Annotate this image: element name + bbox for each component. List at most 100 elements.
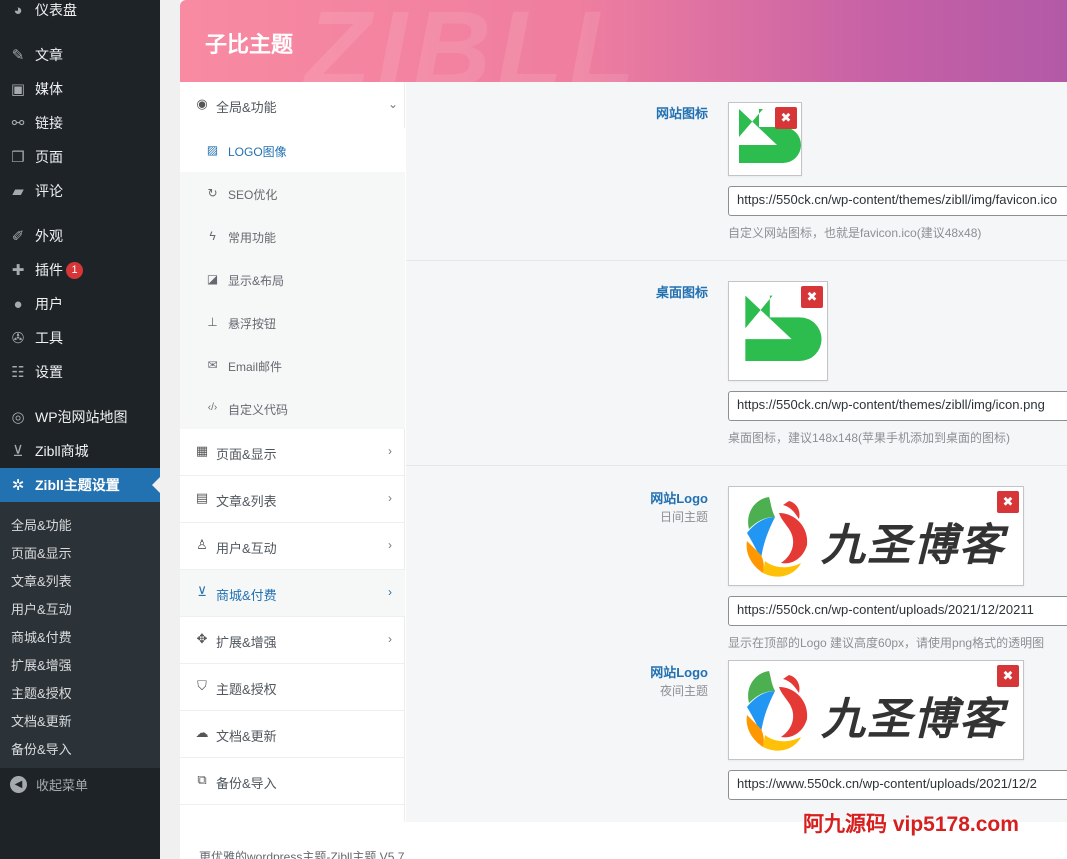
collapse-arrow-icon: ◀ — [10, 776, 27, 793]
dashboard-icon: ◕ — [13, 1, 23, 19]
nav-subsection-label: SEO优化 — [228, 188, 278, 202]
nav-subsection-seo[interactable]: ↻ SEO优化 — [180, 171, 405, 214]
nav-subsection-label: 悬浮按钮 — [228, 317, 277, 331]
submenu-item[interactable]: 扩展&增强 — [11, 655, 72, 674]
cart-icon: ⊻ — [12, 443, 24, 460]
nav-subsection-label: Email邮件 — [228, 360, 283, 374]
header-watermark: ZIBLL — [305, 0, 641, 82]
submenu-item[interactable]: 页面&显示 — [11, 543, 72, 562]
options-panel: ZIBLL 子比主题 ◉ 全局&功能 ⌄ ▨ LOGO图像 ↻ SEO优化 ϟ … — [180, 0, 1067, 859]
media-icon: ▣ — [10, 81, 26, 98]
menu-item-sitemap[interactable]: ◎ WP泡网站地图 — [0, 400, 160, 434]
nav-subsection-list: ▨ LOGO图像 ↻ SEO优化 ϟ 常用功能 ◪ 显示&布局 ⊥ 悬浮按钮 ✉… — [180, 128, 405, 429]
nav-subsection-email[interactable]: ✉ Email邮件 — [180, 343, 405, 386]
nav-section-label: 扩展&增强 — [216, 635, 277, 650]
remove-image-button[interactable]: ✖ — [997, 665, 1019, 687]
copy-icon: ⧉ — [197, 772, 207, 787]
pushpin-icon: ✎ — [11, 47, 25, 64]
settings-icon: ☷ — [11, 364, 25, 381]
nav-section-label: 主题&授权 — [216, 682, 277, 697]
nav-section-label: 用户&互动 — [216, 541, 277, 556]
menu-item-label: 链接 — [35, 115, 63, 131]
nav-section-label: 备份&导入 — [216, 776, 277, 791]
menu-item-comments[interactable]: ▰ 评论 — [0, 174, 160, 208]
remove-image-button[interactable]: ✖ — [775, 107, 797, 129]
menu-item-label: 仪表盘 — [35, 2, 77, 18]
field-description: 自定义网站图标，也就是favicon.ico(建议48x48) — [728, 226, 982, 240]
remove-image-button[interactable]: ✖ — [997, 491, 1019, 513]
menu-item-plugins[interactable]: ✚ 插件 1 — [0, 253, 160, 287]
nav-subsection-logo[interactable]: ▨ LOGO图像 — [180, 128, 405, 171]
nav-section-shop[interactable]: ⊻ 商城&付费 › — [180, 570, 405, 617]
favicon-url-input[interactable]: https://550ck.cn/wp-content/themes/zibll… — [728, 186, 1067, 216]
admin-sidebar: ◕ 仪表盘 ✎ 文章 ▣ 媒体 ⚯ 链接 ❒ 页面 ▰ 评论 ✐ 外观 ✚ 插件… — [0, 0, 160, 859]
menu-item-media[interactable]: ▣ 媒体 — [0, 72, 160, 106]
panel-footer-text: 更优雅的wordpress主题-Zibll主题 V5.7 — [199, 850, 405, 859]
menu-item-settings[interactable]: ☷ 设置 — [0, 355, 160, 389]
menu-item-dashboard[interactable]: ◕ 仪表盘 — [0, 0, 160, 27]
menu-item-pages[interactable]: ❒ 页面 — [0, 140, 160, 174]
link-icon: ⚯ — [11, 115, 25, 132]
brush-icon: ✐ — [11, 228, 25, 245]
nav-section-page[interactable]: ▦ 页面&显示 › — [180, 429, 405, 476]
nav-subsection-label: LOGO图像 — [228, 145, 287, 159]
submenu-item[interactable]: 主题&授权 — [11, 683, 72, 702]
logo-night-url-input[interactable]: https://www.550ck.cn/wp-content/uploads/… — [728, 770, 1067, 800]
menu-item-users[interactable]: ● 用户 — [0, 287, 160, 321]
remove-image-button[interactable]: ✖ — [801, 286, 823, 308]
menu-item-posts[interactable]: ✎ 文章 — [0, 38, 160, 72]
desktop-icon-url-input[interactable]: https://550ck.cn/wp-content/themes/zibll… — [728, 391, 1067, 421]
menu-item-label: Zibll主题设置 — [35, 477, 120, 493]
submenu-item[interactable]: 文档&更新 — [11, 711, 72, 730]
nav-subsection-float[interactable]: ⊥ 悬浮按钮 — [180, 300, 405, 343]
nav-subsection-code[interactable]: ‹/› 自定义代码 — [180, 386, 405, 429]
nav-section-label: 文章&列表 — [216, 494, 277, 509]
nav-subsection-label: 显示&布局 — [228, 274, 285, 288]
panel-title: 子比主题 — [205, 32, 294, 57]
field-title: 桌面图标 — [655, 285, 708, 300]
menu-item-label: 媒体 — [35, 81, 63, 97]
admin-submenu: 全局&功能 页面&显示 文章&列表 用户&互动 商城&付费 扩展&增强 主题&授… — [0, 502, 160, 768]
logo-text: 九圣博客 — [821, 695, 1005, 744]
calendar-icon: ▦ — [195, 443, 209, 458]
submenu-item[interactable]: 文章&列表 — [11, 571, 72, 590]
plugin-icon: ✚ — [11, 262, 25, 279]
options-nav: ◉ 全局&功能 ⌄ ▨ LOGO图像 ↻ SEO优化 ϟ 常用功能 ◪ 显示&布… — [180, 82, 405, 822]
submenu-item[interactable]: 用户&互动 — [11, 599, 72, 618]
nav-subsection-layout[interactable]: ◪ 显示&布局 — [180, 257, 405, 300]
menu-item-label: 用户 — [35, 296, 63, 312]
menu-item-appearance[interactable]: ✐ 外观 — [0, 219, 160, 253]
submenu-item[interactable]: 备份&导入 — [11, 739, 72, 758]
logo-day-url-input[interactable]: https://550ck.cn/wp-content/uploads/2021… — [728, 596, 1067, 626]
cart-icon: ⊻ — [197, 584, 207, 599]
nav-subsection-common[interactable]: ϟ 常用功能 — [180, 214, 405, 257]
nav-section-backup[interactable]: ⧉ 备份&导入 — [180, 758, 405, 805]
menu-item-zibll-settings[interactable]: ✲ Zibll主题设置 — [0, 468, 160, 502]
logo-day-preview: 九圣博客 ✖ — [728, 486, 1024, 586]
update-count-badge: 1 — [66, 261, 83, 279]
shield-icon: ⛉ — [197, 678, 207, 693]
nav-section-extend[interactable]: ✥ 扩展&增强 › — [180, 617, 405, 664]
image-icon: ▨ — [206, 142, 219, 157]
map-icon: ▤ — [195, 490, 209, 505]
page-icon: ❒ — [11, 149, 25, 166]
menu-item-links[interactable]: ⚯ 链接 — [0, 106, 160, 140]
submenu-item[interactable]: 全局&功能 — [11, 515, 72, 534]
field-title: 网站Logo — [650, 491, 708, 506]
submenu-item[interactable]: 商城&付费 — [11, 627, 72, 646]
nav-section-license[interactable]: ⛉ 主题&授权 — [180, 664, 405, 711]
phoenix-logo-icon — [746, 671, 808, 751]
sitemap-icon: ◎ — [11, 409, 25, 426]
collapse-menu-button[interactable]: ◀ 收起菜单 — [8, 775, 88, 794]
nav-section-users[interactable]: ♙ 用户&互动 › — [180, 523, 405, 570]
nav-section-posts[interactable]: ▤ 文章&列表 › — [180, 476, 405, 523]
menu-item-tools[interactable]: ✇ 工具 — [0, 321, 160, 355]
nav-section-global[interactable]: ◉ 全局&功能 ⌄ — [180, 82, 405, 129]
menu-item-label: 页面 — [35, 149, 63, 165]
nav-section-label: 文档&更新 — [216, 729, 277, 744]
menu-item-zibll-shop[interactable]: ⊻ Zibll商城 — [0, 434, 160, 468]
chevron-right-icon: › — [388, 632, 392, 646]
menu-item-label: 插件 — [35, 262, 63, 278]
field-logo-day: 网站Logo 日间主题 九圣博客 ✖ https://550ck.cn/wp-c… — [406, 466, 1067, 650]
nav-section-docs[interactable]: ☁ 文档&更新 — [180, 711, 405, 758]
